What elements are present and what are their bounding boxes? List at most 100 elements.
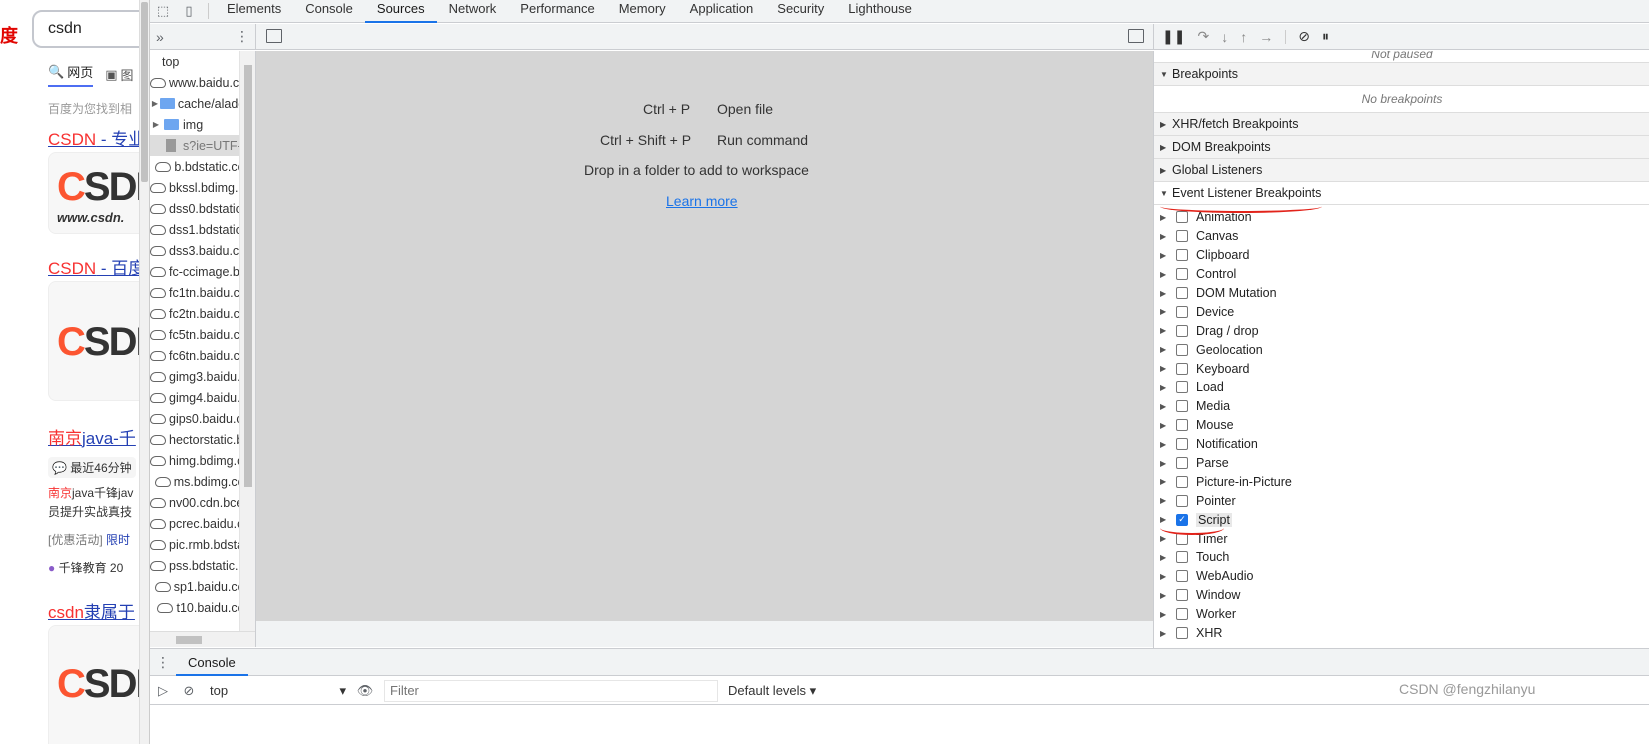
step-into-icon[interactable]: ↓	[1221, 29, 1228, 45]
navigator-hscroll-thumb[interactable]	[176, 636, 202, 644]
baidu-result-link[interactable]: csdn隶属于	[48, 598, 135, 623]
csdn-logo-card[interactable]: CSDN	[48, 625, 139, 744]
collapsed-triangle-icon[interactable]: ▶	[1160, 364, 1176, 373]
tab-console[interactable]: Console	[293, 0, 365, 23]
pause-on-exceptions-icon[interactable]: ⏸	[1322, 28, 1329, 45]
navigator-scroll-thumb[interactable]	[244, 65, 252, 487]
event-category-drag-drop[interactable]: ▶ Drag / drop	[1154, 321, 1649, 340]
inspect-element-icon[interactable]: ⬚	[150, 0, 176, 23]
baidu-result-link[interactable]: CSDN - 百度	[48, 254, 139, 279]
event-checkbox[interactable]	[1176, 570, 1188, 583]
clear-console-icon[interactable]: ⊘	[176, 683, 202, 699]
event-checkbox[interactable]	[1176, 400, 1188, 413]
event-category-touch[interactable]: ▶ Touch	[1154, 548, 1649, 567]
collapsed-triangle-icon[interactable]: ▶	[1160, 270, 1176, 279]
collapsed-triangle-icon[interactable]: ▶	[1160, 345, 1176, 354]
learn-more-link[interactable]: Learn more	[666, 193, 738, 209]
tab-application[interactable]: Application	[678, 0, 766, 23]
csdn-logo-card[interactable]: CSDN	[48, 281, 139, 401]
tab-security[interactable]: Security	[765, 0, 836, 23]
event-checkbox[interactable]	[1176, 551, 1188, 564]
collapsed-triangle-icon[interactable]: ▶	[1160, 383, 1176, 392]
page-scrollbar-thumb[interactable]	[141, 2, 148, 182]
section-dom-breakpoints[interactable]: ▶ DOM Breakpoints	[1154, 136, 1649, 159]
event-checkbox[interactable]	[1176, 494, 1188, 507]
collapsed-triangle-icon[interactable]: ▶	[1160, 251, 1176, 260]
more-tabs-icon[interactable]: »	[156, 29, 164, 45]
event-checkbox[interactable]	[1176, 343, 1188, 356]
csdn-logo-card[interactable]: CSDN www.csdn.	[48, 152, 139, 234]
step-icon[interactable]: →	[1259, 29, 1273, 45]
baidu-result-link[interactable]: CSDN - 专业	[48, 125, 139, 150]
eye-icon[interactable]: 👁	[352, 683, 378, 699]
step-out-icon[interactable]: ↑	[1240, 29, 1247, 45]
event-checkbox[interactable]	[1176, 627, 1188, 640]
section-breakpoints[interactable]: ▼ Breakpoints	[1154, 63, 1649, 86]
event-checkbox[interactable]	[1176, 211, 1188, 224]
event-checkbox[interactable]	[1176, 230, 1188, 243]
event-checkbox[interactable]	[1176, 608, 1188, 621]
collapsed-triangle-icon[interactable]: ▶	[1160, 307, 1176, 316]
event-checkbox[interactable]	[1176, 362, 1188, 375]
collapsed-triangle-icon[interactable]: ▶	[1160, 289, 1176, 298]
event-checkbox[interactable]	[1176, 305, 1188, 318]
pause-icon[interactable]: ❚❚	[1162, 28, 1185, 45]
tab-performance[interactable]: Performance	[508, 0, 606, 23]
section-global-listeners[interactable]: ▶ Global Listeners	[1154, 159, 1649, 182]
promo-link[interactable]: 限时	[106, 533, 130, 547]
drawer-tab-console[interactable]: Console	[176, 649, 248, 676]
event-category-script[interactable]: ▶ ✓ Script	[1154, 510, 1649, 529]
event-category-clipboard[interactable]: ▶ Clipboard	[1154, 246, 1649, 265]
collapsed-triangle-icon[interactable]: ▶	[1160, 496, 1176, 505]
collapsed-triangle-icon[interactable]: ▶	[1160, 629, 1176, 638]
event-category-control[interactable]: ▶ Control	[1154, 265, 1649, 284]
event-checkbox[interactable]	[1176, 475, 1188, 488]
event-category-notification[interactable]: ▶ Notification	[1154, 435, 1649, 454]
event-checkbox[interactable]	[1176, 381, 1188, 394]
event-category-mouse[interactable]: ▶ Mouse	[1154, 416, 1649, 435]
event-checkbox[interactable]	[1176, 324, 1188, 337]
deactivate-breakpoints-icon[interactable]: ⊘	[1298, 28, 1310, 45]
collapsed-triangle-icon[interactable]: ▶	[1160, 440, 1176, 449]
event-checkbox[interactable]	[1176, 419, 1188, 432]
event-category-picture-in-picture[interactable]: ▶ Picture-in-Picture	[1154, 472, 1649, 491]
event-category-pointer[interactable]: ▶ Pointer	[1154, 491, 1649, 510]
collapsed-triangle-icon[interactable]: ▶	[1160, 213, 1176, 222]
collapsed-triangle-icon[interactable]: ▶	[1160, 459, 1176, 468]
page-scrollbar[interactable]	[139, 0, 149, 744]
event-checkbox[interactable]	[1176, 287, 1188, 299]
step-over-icon[interactable]: ↷	[1197, 28, 1209, 45]
event-category-media[interactable]: ▶ Media	[1154, 397, 1649, 416]
event-category-dom-mutation[interactable]: ▶ DOM Mutation	[1154, 284, 1649, 303]
baidu-tab-images[interactable]: ▣ 图	[105, 62, 133, 87]
collapsed-triangle-icon[interactable]: ▶	[1160, 553, 1176, 562]
event-checkbox[interactable]	[1176, 589, 1188, 602]
tab-lighthouse[interactable]: Lighthouse	[836, 0, 924, 23]
event-category-window[interactable]: ▶ Window	[1154, 586, 1649, 605]
show-sidebar-icon[interactable]: ▷	[150, 683, 176, 699]
event-category-device[interactable]: ▶ Device	[1154, 302, 1649, 321]
baidu-search-input[interactable]: csdn	[32, 10, 139, 48]
collapsed-triangle-icon[interactable]: ▶	[1160, 610, 1176, 619]
drawer-menu-icon[interactable]: ⋮	[150, 654, 176, 671]
event-checkbox[interactable]	[1176, 268, 1188, 281]
navigator-horizontal-scrollbar[interactable]	[150, 631, 255, 647]
event-checkbox[interactable]	[1176, 457, 1188, 470]
event-checkbox[interactable]	[1176, 438, 1188, 451]
context-selector[interactable]: top ▾	[202, 683, 352, 699]
event-category-geolocation[interactable]: ▶ Geolocation	[1154, 340, 1649, 359]
navigator-vertical-scrollbar[interactable]	[239, 51, 255, 631]
device-toolbar-icon[interactable]: ▯	[176, 0, 202, 23]
event-category-canvas[interactable]: ▶ Canvas	[1154, 227, 1649, 246]
tab-network[interactable]: Network	[437, 0, 509, 23]
baidu-tab-web[interactable]: 🔍 网页	[48, 62, 94, 87]
event-category-load[interactable]: ▶ Load	[1154, 378, 1649, 397]
collapsed-triangle-icon[interactable]: ▶	[1160, 421, 1176, 430]
section-xhr-breakpoints[interactable]: ▶ XHR/fetch Breakpoints	[1154, 113, 1649, 136]
toggle-navigator-icon[interactable]	[266, 29, 282, 43]
collapsed-triangle-icon[interactable]: ▶	[1160, 477, 1176, 486]
log-levels-dropdown[interactable]: Default levels ▾	[728, 683, 816, 699]
event-category-worker[interactable]: ▶ Worker	[1154, 605, 1649, 624]
event-category-keyboard[interactable]: ▶ Keyboard	[1154, 359, 1649, 378]
baidu-result-link[interactable]: 南京java-千	[48, 424, 136, 449]
